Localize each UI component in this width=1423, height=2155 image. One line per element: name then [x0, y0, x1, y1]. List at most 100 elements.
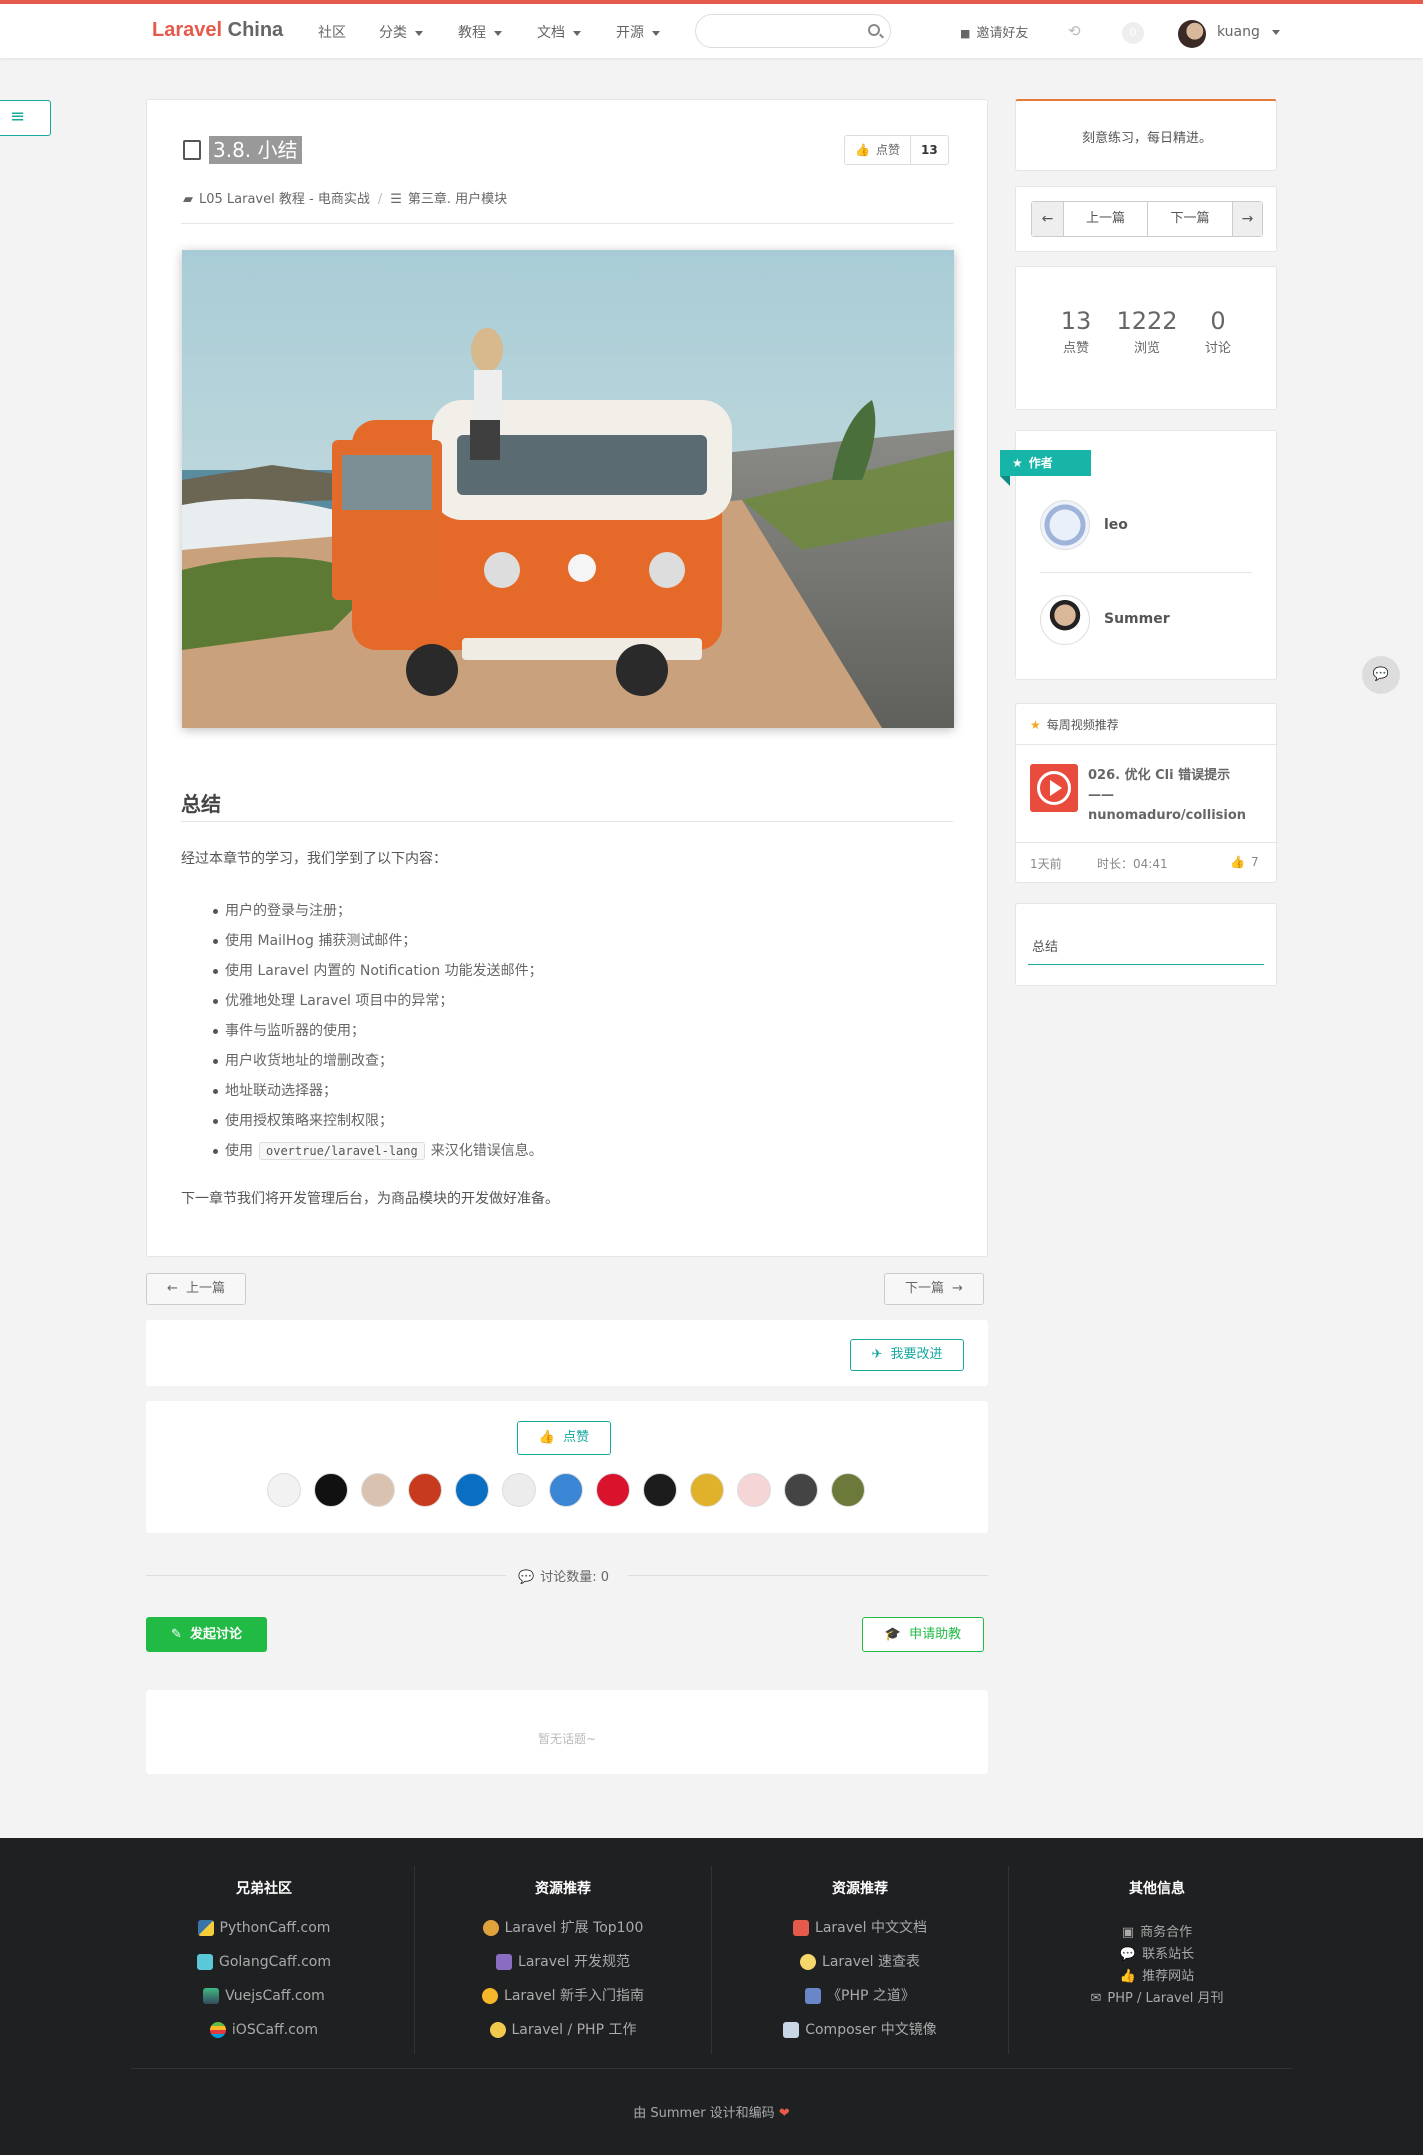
briefcase-icon: ▣ [1121, 1925, 1135, 1940]
pencil-icon: ✎ [171, 1627, 182, 1642]
footer-link[interactable]: VuejsCaff.com [116, 1988, 412, 2022]
voter-avatar[interactable] [690, 1473, 724, 1507]
footer-link[interactable]: Laravel 新手入门指南 [415, 1988, 711, 2022]
footer-link[interactable]: ✉ PHP / Laravel 月刊 [1009, 1988, 1305, 2010]
chat-icon[interactable]: 💬 [1362, 656, 1400, 694]
envelope-icon: ✉ [1090, 1991, 1102, 2006]
send-icon: ✈ [871, 1347, 883, 1362]
voter-avatar[interactable] [643, 1473, 677, 1507]
voter-avatar[interactable] [831, 1473, 865, 1507]
sidebar-pager: ← 上一篇 下一篇 → [1031, 201, 1263, 237]
notification-badge[interactable]: 0 [1122, 22, 1144, 44]
nav-opensource[interactable]: 开源 [616, 22, 660, 42]
play-icon[interactable] [1030, 764, 1078, 812]
vue-icon [203, 1988, 220, 2004]
author-name[interactable]: Summer [1104, 611, 1170, 627]
rocket-icon [783, 2022, 800, 2038]
footer-link[interactable]: Laravel 扩展 Top100 [415, 1920, 711, 1954]
stat-likes: 13 点赞 [1060, 307, 1092, 356]
top-navbar: Laravel China 社区 分类 教程 文档 开源 ■ 邀请好友 ⟲ 0 k… [0, 0, 1423, 58]
start-discussion-button[interactable]: ✎ 发起讨论 [146, 1617, 267, 1652]
footer-link[interactable]: 💬 联系站长 [1009, 1944, 1305, 1966]
gift-icon: ■ [960, 27, 971, 40]
comments-icon: 💬 [518, 1570, 535, 1585]
voter-avatar[interactable] [408, 1473, 442, 1507]
chevron-down-icon [652, 30, 660, 36]
improve-button[interactable]: ✈ 我要改进 [850, 1339, 964, 1371]
footer-link[interactable]: PythonCaff.com [116, 1920, 412, 1954]
list-item: 地址联动选择器； [213, 1076, 543, 1106]
video-card: ★ 每周视频推荐 026. 优化 Cli 错误提示 —— nunomaduro/c… [1015, 703, 1278, 883]
video-header: ★ 每周视频推荐 [1030, 718, 1119, 732]
voter-avatar[interactable] [267, 1473, 301, 1507]
history-icon[interactable]: ⟲ [1068, 22, 1081, 40]
user-avatar[interactable] [1178, 20, 1206, 48]
list-item: 事件与监听器的使用； [213, 1016, 543, 1046]
video-title[interactable]: 026. 优化 Cli 错误提示 —— nunomaduro/collision [1088, 766, 1246, 826]
arrow-right-icon[interactable]: → [1232, 202, 1262, 236]
invite-friends-link[interactable]: ■ 邀请好友 [960, 22, 1028, 41]
avatar[interactable] [1040, 500, 1090, 550]
footer-link[interactable]: Laravel 开发规范 [415, 1954, 711, 1988]
voter-avatar[interactable] [737, 1473, 771, 1507]
thumbs-up-icon: 👍 [1119, 1969, 1137, 1984]
nav-docs[interactable]: 文档 [537, 22, 581, 42]
footer-link[interactable]: Laravel / PHP 工作 [415, 2022, 711, 2056]
voter-avatar[interactable] [361, 1473, 395, 1507]
list-item: 使用 Laravel 内置的 Notification 功能发送邮件； [213, 956, 543, 986]
footer-link[interactable]: iOSCaff.com [116, 2022, 412, 2056]
heart-icon: ❤ [778, 2106, 790, 2121]
search-input[interactable] [695, 14, 891, 48]
prev-article-button[interactable]: ← 上一篇 [146, 1273, 246, 1305]
toc-item[interactable]: 总结 [1032, 936, 1058, 955]
breadcrumb-chapter[interactable]: 第三章. 用户模块 [408, 192, 507, 207]
intro-paragraph: 经过本章节的学习，我们学到了以下内容： [181, 851, 447, 867]
stat-views: 1222 浏览 [1116, 307, 1178, 356]
voter-avatar[interactable] [314, 1473, 348, 1507]
nav-community[interactable]: 社区 [318, 22, 346, 42]
user-menu[interactable]: kuang [1217, 24, 1280, 40]
section-heading: 总结 [181, 792, 221, 816]
sidebar-prev-button[interactable]: 上一篇 [1064, 202, 1148, 236]
toc-card: 总结 [1015, 903, 1277, 986]
arrow-left-icon[interactable]: ← [1032, 202, 1064, 236]
toc-toggle-button[interactable]: ≡ [0, 100, 51, 136]
chevron-down-icon [573, 30, 581, 36]
breadcrumb-book[interactable]: L05 Laravel 教程 - 电商实战 [199, 192, 370, 207]
thumbs-up-icon: 👍 [855, 143, 870, 157]
voter-avatar[interactable] [549, 1473, 583, 1507]
nav-tutorials[interactable]: 教程 [458, 22, 502, 42]
voter-avatar[interactable] [455, 1473, 489, 1507]
footer-link[interactable]: Composer 中文镜像 [712, 2022, 1008, 2056]
voter-avatar[interactable] [784, 1473, 818, 1507]
footer-col-resources-2: 资源推荐 Laravel 中文文档 Laravel 速查表 《PHP 之道》 C… [712, 1878, 1008, 2056]
sidebar-next-button[interactable]: 下一篇 [1148, 202, 1232, 236]
golang-icon [197, 1954, 213, 1970]
voter-avatar[interactable] [502, 1473, 536, 1507]
nav-categories[interactable]: 分类 [379, 22, 423, 42]
footer-link[interactable]: ▣ 商务合作 [1009, 1922, 1305, 1944]
apply-assistant-button[interactable]: 🎓 申请助教 [862, 1617, 984, 1652]
worker-icon [489, 2022, 506, 2038]
list-item: 使用 MailHog 捕获测试邮件； [213, 926, 543, 956]
voter-avatar[interactable] [596, 1473, 630, 1507]
footer-link[interactable]: 👍 推荐网站 [1009, 1966, 1305, 1988]
next-article-button[interactable]: 下一篇 → [884, 1273, 984, 1305]
like-button[interactable]: 👍 点赞 13 [844, 135, 949, 165]
footer-link[interactable]: GolangCaff.com [116, 1954, 412, 1988]
author-name[interactable]: leo [1104, 517, 1128, 533]
discussion-count: 💬 讨论数量: 0 [518, 1570, 609, 1585]
search-icon[interactable] [868, 24, 880, 36]
toc-active-line [1028, 964, 1264, 965]
apple-icon [209, 2022, 226, 2038]
footer-link[interactable]: Laravel 中文文档 [712, 1920, 1008, 1954]
avatar[interactable] [1040, 595, 1090, 645]
chevron-down-icon [415, 30, 423, 36]
star-icon: ★ [1030, 718, 1041, 732]
brand-logo[interactable]: Laravel China [152, 19, 283, 42]
footer-link[interactable]: Laravel 速查表 [712, 1954, 1008, 1988]
footer-link[interactable]: 《PHP 之道》 [712, 1988, 1008, 2022]
burger-icon [482, 1920, 499, 1936]
improve-card: ✈ 我要改进 [146, 1320, 988, 1386]
vote-button[interactable]: 👍 点赞 [517, 1421, 611, 1455]
